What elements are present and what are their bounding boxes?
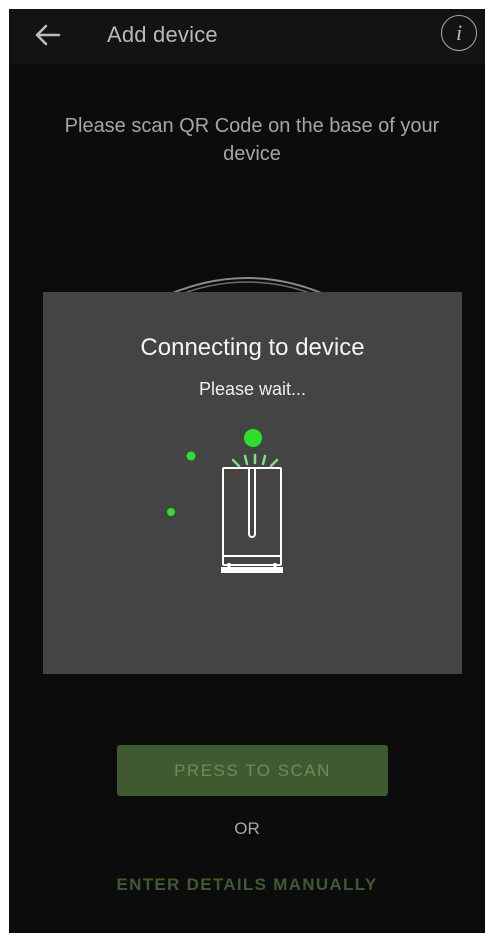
signal-dot-large [244, 429, 262, 447]
press-to-scan-button[interactable]: PRESS TO SCAN [117, 745, 388, 796]
app-bar: Add device i [9, 9, 485, 64]
arrow-left-icon [35, 24, 61, 46]
or-separator: OR [234, 819, 260, 838]
info-button[interactable]: i [441, 15, 477, 51]
signal-dot-medium [186, 451, 196, 461]
back-button[interactable] [33, 20, 63, 50]
connecting-dialog: Connecting to device Please wait... [43, 292, 462, 674]
info-icon: i [455, 20, 463, 45]
device-connecting-illustration [167, 429, 283, 573]
scan-instruction: Please scan QR Code on the base of your … [64, 115, 440, 165]
signal-dot-small [167, 508, 175, 516]
page-title: Add device [107, 22, 218, 47]
app-screen: Add device i Please scan QR Code on the … [9, 9, 485, 933]
air-purifier-icon [221, 467, 283, 573]
signal-rays-icon [231, 453, 279, 468]
enter-details-manually-link[interactable]: ENTER DETAILS MANUALLY [9, 875, 485, 895]
